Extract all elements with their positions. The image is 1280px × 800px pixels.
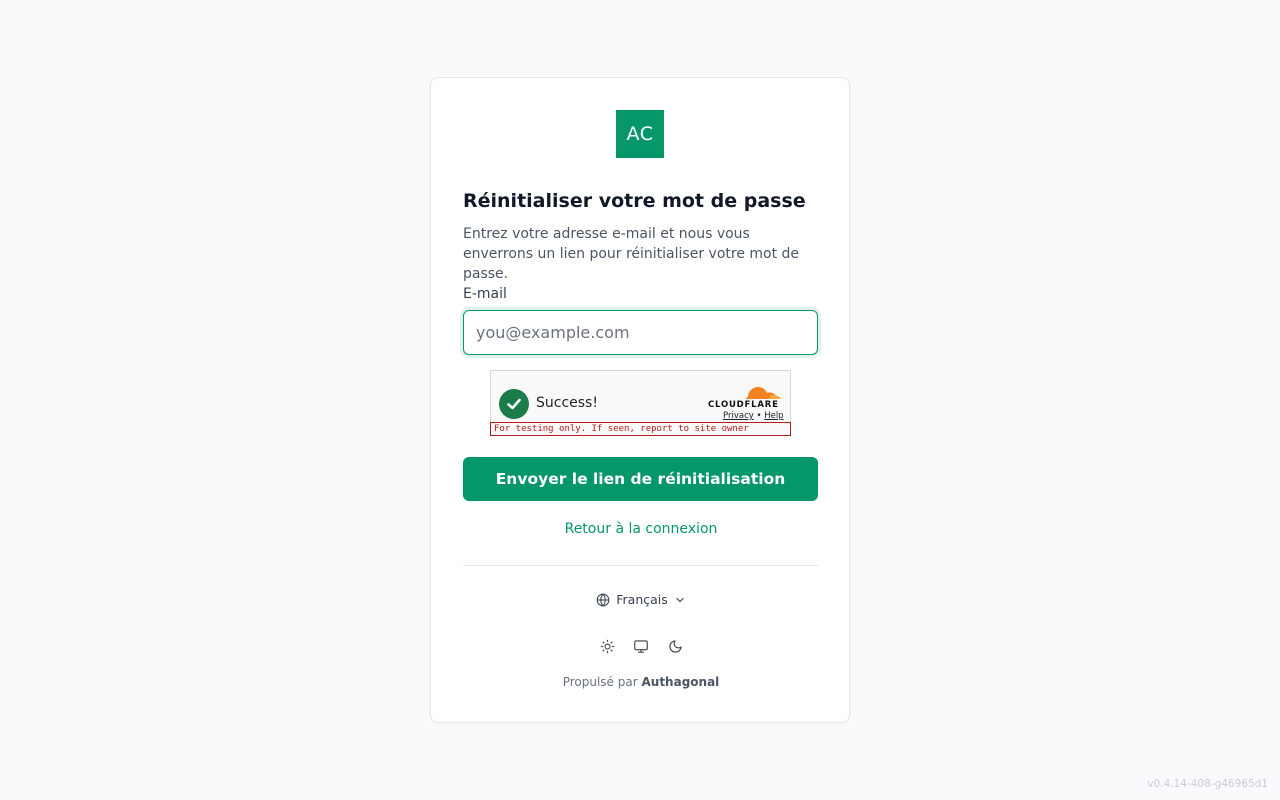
theme-dark-button[interactable] [666,637,684,655]
back-to-login-link[interactable]: Retour à la connexion [431,521,851,537]
monitor-icon [634,639,648,653]
powered-by: Propulsé par Authagonal [431,675,851,689]
language-selector: Français [431,592,851,607]
page-title: Réinitialiser votre mot de passe [463,190,806,212]
app-logo: AC [616,110,664,158]
theme-light-button[interactable] [598,637,616,655]
moon-icon [668,639,682,653]
link-separator: • [756,411,762,421]
captcha-widget[interactable]: Success! CLOUDFLARE Privacy • Help For t… [490,370,791,436]
cloudflare-wordmark: CLOUDFLARE [708,400,779,410]
success-check-icon [499,389,529,419]
divider [463,565,818,566]
language-label: Français [616,592,668,607]
theme-switcher [431,637,851,655]
powered-prefix: Propulsé par [562,675,638,689]
captcha-status: Success! [536,395,598,411]
privacy-link[interactable]: Privacy [723,411,754,421]
send-reset-link-button[interactable]: Envoyer le lien de réinitialisation [463,457,818,501]
theme-system-button[interactable] [632,637,650,655]
chevron-down-icon [676,597,684,602]
captcha-test-warning: For testing only. If seen, report to sit… [490,422,791,436]
powered-brand: Authagonal [641,675,720,689]
help-link[interactable]: Help [764,411,783,421]
reset-password-card: AC Réinitialiser votre mot de passe Entr… [430,77,850,723]
version-label: v0.4.14-408-g46965d1 [1147,778,1268,790]
email-input[interactable] [463,310,818,355]
globe-icon [596,592,610,607]
page-description: Entrez votre adresse e-mail et nous vous… [463,226,800,282]
captcha-links: Privacy • Help [723,411,784,421]
language-dropdown[interactable]: Français [596,592,686,607]
email-label: E-mail [463,286,507,302]
sun-icon [600,639,614,653]
